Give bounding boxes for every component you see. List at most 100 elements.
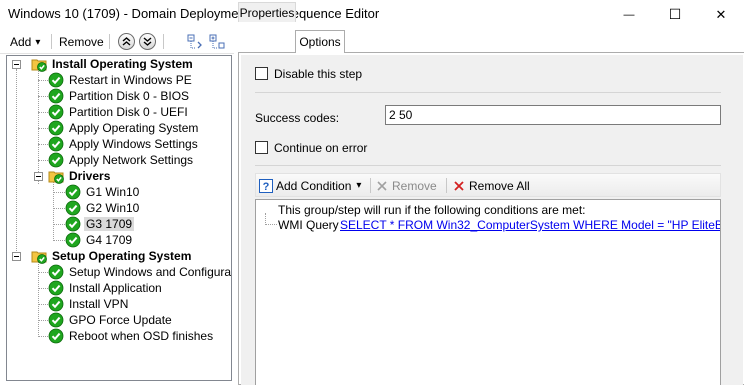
toolbar-separator (51, 34, 52, 49)
tree-item-label: Partition Disk 0 - UEFI (69, 105, 188, 119)
tree-item[interactable]: Reboot when OSD finishes (48, 328, 215, 344)
check-circle-icon (65, 200, 81, 216)
tab-properties[interactable]: Properties (238, 2, 296, 22)
success-codes-input[interactable] (385, 105, 721, 125)
maximize-button[interactable]: ☐ (652, 0, 698, 29)
remove-all-x-icon (454, 180, 464, 191)
tree-connector (53, 224, 65, 225)
toolbar-separator (370, 178, 371, 193)
tree-item[interactable]: G1 Win10 (65, 184, 141, 200)
conditions-toolbar: ? Add Condition ▾ Remove Remove All (255, 173, 721, 197)
tree-item-label: G1 Win10 (86, 185, 140, 199)
conditions-list[interactable]: This group/step will run if the followin… (255, 199, 721, 385)
check-circle-icon (48, 72, 64, 88)
minimize-button[interactable]: — (606, 0, 652, 29)
move-up-button[interactable] (118, 33, 135, 50)
check-circle-icon (48, 280, 64, 296)
expand-all-button[interactable] (208, 33, 226, 51)
continue-on-error-checkbox[interactable] (255, 141, 268, 154)
toolbar-separator (109, 34, 110, 49)
task-sequence-tree[interactable]: Install Operating System Restart in Wind… (6, 55, 232, 381)
condition-query-link[interactable]: SELECT * FROM Win32_ComputerSystem WHERE… (340, 218, 720, 232)
tree-connector (38, 160, 48, 161)
task-sequence-toolbar: Add ▾ Remove (0, 29, 234, 54)
tree-group-drivers[interactable]: Drivers (48, 168, 112, 184)
tree-connector (38, 128, 48, 129)
tree-item[interactable]: GPO Force Update (48, 312, 174, 328)
condition-type-label: WMI Query (278, 218, 339, 232)
tree-item[interactable]: Apply Network Settings (48, 152, 195, 168)
dropdown-arrow-icon: ▾ (356, 180, 362, 191)
close-button[interactable]: ✕ (698, 0, 744, 29)
collapse-all-button[interactable] (186, 33, 204, 51)
tab-options[interactable]: Options (295, 30, 345, 53)
dropdown-arrow-icon: ▾ (35, 36, 41, 48)
remove-step-label: Remove (59, 35, 104, 49)
maximize-icon: ☐ (668, 6, 682, 22)
close-icon: ✕ (715, 6, 727, 22)
remove-all-label: Remove All (469, 178, 530, 193)
check-circle-icon (48, 104, 64, 120)
check-circle-icon (48, 120, 64, 136)
minimize-icon: — (623, 8, 635, 21)
add-menu-button[interactable]: Add ▾ (10, 33, 40, 51)
tree-item-label: G4 1709 (86, 233, 133, 247)
help-icon: ? (259, 178, 273, 193)
divider (255, 165, 721, 166)
tree-item[interactable]: Setup Windows and Configuration (48, 264, 231, 280)
tree-item-label: Partition Disk 0 - BIOS (69, 89, 190, 103)
tree-item[interactable]: G2 Win10 (65, 200, 141, 216)
double-chevron-up-icon (122, 37, 131, 46)
disable-step-checkbox[interactable] (255, 67, 268, 80)
tree-item-label: G2 Win10 (86, 201, 140, 215)
tree-connector (38, 144, 48, 145)
add-condition-button[interactable]: ? Add Condition ▾ (259, 177, 361, 194)
tree-connector (53, 208, 65, 209)
tree-item-label: GPO Force Update (69, 313, 172, 327)
remove-step-button[interactable]: Remove (59, 33, 104, 51)
collapse-toggle[interactable] (12, 60, 21, 69)
tree-item[interactable]: Restart in Windows PE (48, 72, 194, 88)
tree-connector (38, 304, 48, 305)
tree-group-label: Setup Operating System (52, 249, 192, 263)
tree-item-label: Install Application (69, 281, 162, 295)
continue-on-error-label: Continue on error (274, 141, 368, 155)
collapse-toggle[interactable] (34, 172, 43, 181)
toolbar-separator (446, 178, 447, 193)
tree-item-label: Apply Network Settings (69, 153, 194, 167)
tree-item[interactable]: Install Application (48, 280, 164, 296)
tree-item[interactable]: Apply Windows Settings (48, 136, 200, 152)
check-circle-icon (48, 328, 64, 344)
disable-step-label: Disable this step (274, 67, 363, 81)
remove-all-conditions-button[interactable]: Remove All (453, 177, 530, 194)
tree-item[interactable]: Partition Disk 0 - UEFI (48, 104, 190, 120)
tree-item-label: Reboot when OSD finishes (69, 329, 214, 343)
remove-condition-button[interactable]: Remove (376, 177, 437, 194)
tree-connector (38, 80, 48, 81)
add-condition-label: Add Condition (276, 178, 352, 193)
tree-group-install-os[interactable]: Install Operating System (31, 56, 195, 72)
tree-item-selected[interactable]: G3 1709 (65, 216, 135, 232)
svg-text:?: ? (263, 181, 270, 193)
remove-condition-label: Remove (392, 178, 437, 193)
folder-check-icon (31, 56, 47, 72)
tree-item-label: Apply Operating System (69, 121, 199, 135)
collapse-tree-icon (187, 34, 202, 49)
tree-group-label: Drivers (69, 169, 111, 183)
check-circle-icon (48, 136, 64, 152)
check-circle-icon (48, 264, 64, 280)
tree-connector (38, 69, 39, 184)
tree-connector (53, 240, 65, 241)
tree-connector (38, 336, 48, 337)
move-down-button[interactable] (139, 33, 156, 50)
tree-item[interactable]: G4 1709 (65, 232, 134, 248)
tab-label: Options (299, 35, 341, 49)
tree-connector (265, 213, 266, 223)
tree-item-label: Install VPN (69, 297, 129, 311)
tree-group-setup-os[interactable]: Setup Operating System (31, 248, 193, 264)
collapse-toggle[interactable] (12, 252, 21, 261)
remove-x-icon (377, 180, 387, 191)
tree-item[interactable]: Partition Disk 0 - BIOS (48, 88, 191, 104)
tree-item[interactable]: Install VPN (48, 296, 130, 312)
tree-item[interactable]: Apply Operating System (48, 120, 200, 136)
